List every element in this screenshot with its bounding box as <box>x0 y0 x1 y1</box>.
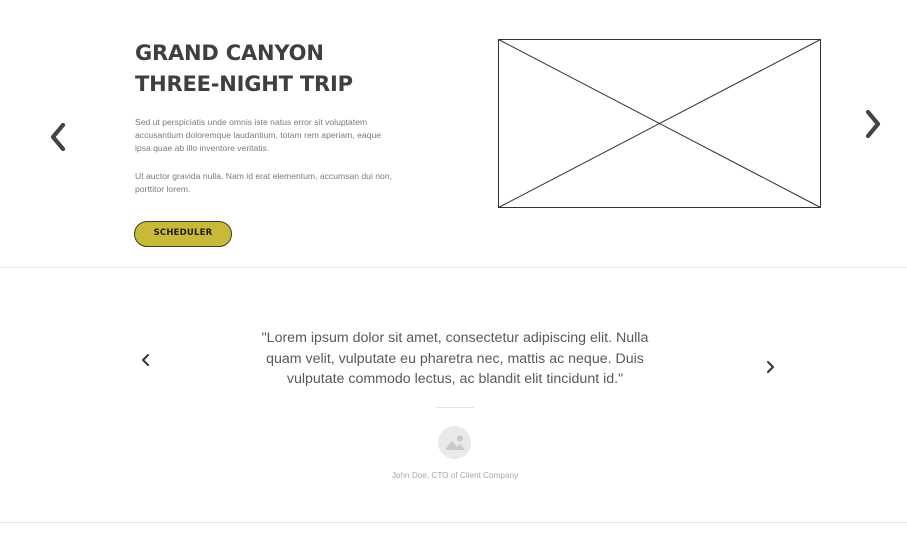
testimonial-next-arrow[interactable] <box>764 359 776 375</box>
testimonial-quote: "Lorem ipsum dolor sit amet, consectetur… <box>261 330 649 387</box>
hero-next-arrow[interactable] <box>861 107 885 141</box>
avatar <box>438 426 471 459</box>
image-placeholder-icon <box>445 435 465 450</box>
testimonial-author: John Doe, CTO of Client Company <box>391 471 519 480</box>
testimonial-prev-arrow[interactable] <box>140 352 152 368</box>
page: GRAND CANYON THREE-NIGHT TRIP Sed ut per… <box>0 0 907 537</box>
image-placeholder-icon <box>498 39 821 208</box>
chevron-right-icon <box>865 109 881 139</box>
chevron-left-icon <box>142 354 149 366</box>
scheduler-button[interactable]: SCHEDULER <box>134 221 232 247</box>
hero-title: GRAND CANYON THREE-NIGHT TRIP <box>135 41 353 96</box>
hero-image-placeholder <box>498 39 821 208</box>
quote-divider <box>436 407 474 408</box>
hero-paragraph-2: Ut auctor gravida nulla. Nam id erat ele… <box>135 171 392 195</box>
testimonial-slider: "Lorem ipsum dolor sit amet, consectetur… <box>0 268 907 523</box>
hero-prev-arrow[interactable] <box>48 120 72 154</box>
hero-slider: GRAND CANYON THREE-NIGHT TRIP Sed ut per… <box>0 0 907 268</box>
chevron-right-icon <box>767 361 774 373</box>
chevron-left-icon <box>50 122 66 152</box>
hero-paragraph-1: Sed ut perspiciatis unde omnis iste natu… <box>135 117 382 154</box>
